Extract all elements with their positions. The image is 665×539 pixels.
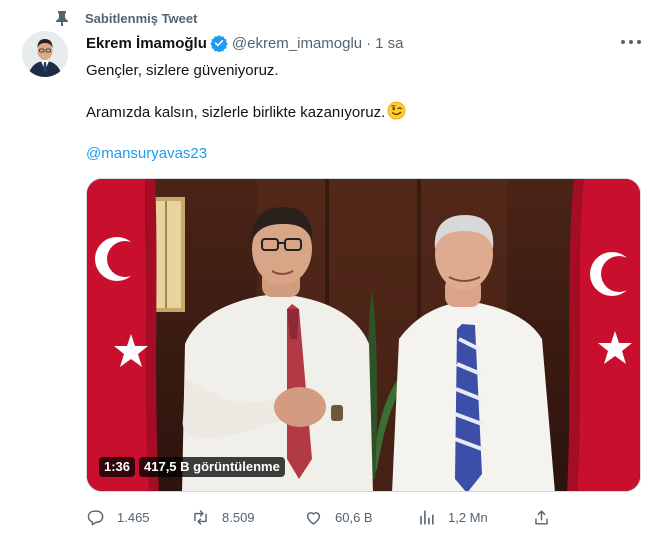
pinned-label: Sabitlenmiş Tweet <box>85 10 198 26</box>
video-view-count: 417,5 B görüntülenme <box>139 457 285 477</box>
views-button[interactable]: 1,2 Mn <box>417 505 488 529</box>
pin-icon <box>56 11 68 26</box>
tweet-text-line-1: Gençler, sizlere güveniyoruz. <box>86 62 279 79</box>
video-duration: 1:36 <box>99 457 136 477</box>
separator-dot: · <box>366 34 372 52</box>
like-button[interactable]: 60,6 B <box>304 505 373 529</box>
mention-link[interactable]: @mansuryavas23 <box>86 145 207 162</box>
more-options-icon[interactable] <box>621 33 641 51</box>
analytics-icon <box>420 509 434 525</box>
winking-face-icon <box>387 101 406 120</box>
share-icon <box>535 509 548 525</box>
reply-icon <box>87 509 104 525</box>
video-thumbnail <box>87 179 640 491</box>
tweet-header: Ekrem İmamoğlu @ekrem_imamoglu · 1 sa <box>86 32 645 54</box>
tweet-text-line-2-content: Aramızda kalsın, sizlerle birlikte kazan… <box>86 104 386 121</box>
reply-count: 1.465 <box>117 509 150 525</box>
share-button[interactable] <box>532 505 551 529</box>
tweet-actions: 1.465 8.509 60,6 B 1,2 Mn <box>86 505 556 529</box>
avatar[interactable] <box>22 31 68 77</box>
author-name[interactable]: Ekrem İmamoğlu <box>86 35 207 52</box>
reply-button[interactable]: 1.465 <box>86 505 150 529</box>
heart-icon <box>306 511 321 525</box>
retweet-button[interactable]: 8.509 <box>191 505 255 529</box>
pinned-indicator: Sabitlenmiş Tweet <box>55 8 197 28</box>
avatar-image <box>22 31 68 77</box>
retweet-icon <box>194 509 207 525</box>
tweet-time[interactable]: 1 sa <box>375 35 403 52</box>
verified-badge-icon[interactable] <box>210 34 228 52</box>
video-player[interactable]: 1:36 417,5 B görüntülenme <box>86 178 641 492</box>
retweet-count: 8.509 <box>222 509 255 525</box>
tweet-text-line-2: Aramızda kalsın, sizlerle birlikte kazan… <box>86 101 406 123</box>
like-count: 60,6 B <box>335 509 373 525</box>
author-handle[interactable]: @ekrem_imamoglu <box>232 35 362 52</box>
view-count: 1,2 Mn <box>448 509 488 525</box>
